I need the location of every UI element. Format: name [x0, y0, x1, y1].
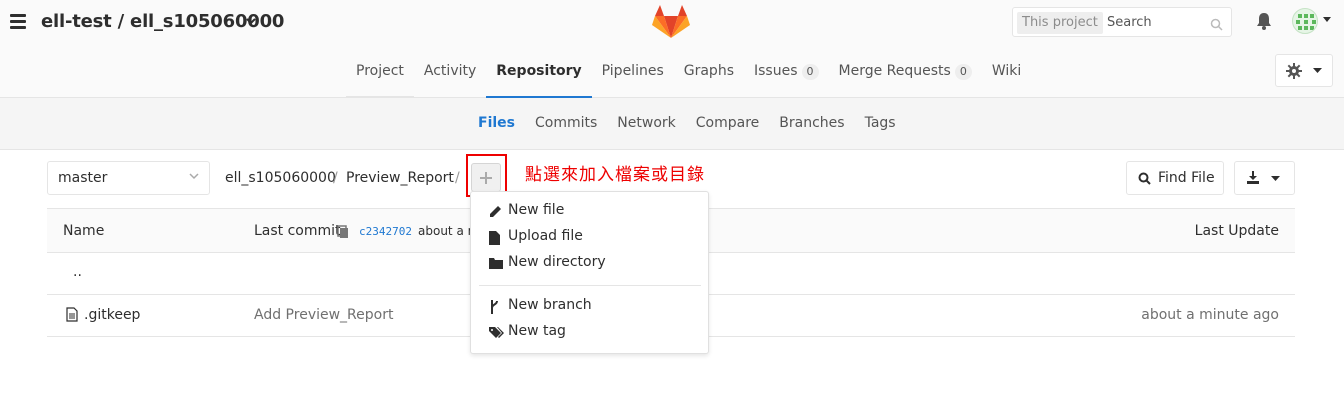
- nav-wiki[interactable]: Wiki: [982, 52, 1031, 98]
- breadcrumb-project[interactable]: ell_s105060000: [225, 170, 336, 186]
- menu-item-new-branch[interactable]: New branch: [471, 294, 708, 320]
- project-nav: Project Activity Repository Pipelines Gr…: [346, 52, 1031, 98]
- download-button[interactable]: [1234, 161, 1295, 195]
- gitlab-logo-icon[interactable]: [652, 4, 690, 40]
- search-box[interactable]: This project: [1012, 7, 1232, 37]
- chevron-down-icon[interactable]: [246, 14, 256, 28]
- search-input[interactable]: [1107, 11, 1207, 33]
- nav-merge-requests[interactable]: Merge Requests 0: [829, 52, 982, 98]
- subnav-files[interactable]: Files: [468, 98, 525, 150]
- branch-chevron-down-icon: [189, 173, 199, 180]
- clipboard-icon[interactable]: [337, 225, 349, 239]
- menu-item-new-directory[interactable]: New directory: [471, 251, 708, 277]
- menu-item-new-file[interactable]: New file: [471, 199, 708, 225]
- gear-icon: [1286, 63, 1302, 79]
- settings-button[interactable]: [1275, 54, 1333, 87]
- find-file-label: Find File: [1158, 170, 1215, 186]
- nav-pipelines[interactable]: Pipelines: [592, 52, 674, 98]
- merge-requests-count-badge: 0: [954, 64, 972, 80]
- menu-item-new-tag[interactable]: New tag: [471, 320, 708, 346]
- top-header: ell-test / ell_s105060000 This project S…: [0, 0, 1344, 98]
- repository-subnav: Files Commits Network Compare Branches T…: [0, 98, 1344, 150]
- search-icon: [1210, 16, 1223, 35]
- nav-graphs[interactable]: Graphs: [674, 52, 744, 98]
- branch-select[interactable]: master: [47, 161, 210, 195]
- add-dropdown-menu: New file Upload file New directory New b…: [470, 191, 709, 354]
- annotation-note: 點選來加入檔案或目錄: [525, 165, 705, 185]
- nav-issues[interactable]: Issues 0: [744, 52, 829, 98]
- add-to-tree-button[interactable]: [471, 163, 501, 192]
- nav-repository[interactable]: Repository: [486, 52, 592, 98]
- subnav-commits[interactable]: Commits: [525, 98, 607, 150]
- header-last-update: Last Update: [1194, 223, 1279, 239]
- settings-chevron-down-icon: [1313, 68, 1322, 73]
- commit-message-link[interactable]: Add Preview_Report: [254, 307, 393, 323]
- hamburger-menu-icon[interactable]: [10, 14, 26, 30]
- header-last-commit: Last commit: [254, 223, 341, 239]
- avatar-chevron-down-icon[interactable]: [1323, 16, 1331, 25]
- nav-activity[interactable]: Activity: [414, 52, 486, 98]
- nav-project[interactable]: Project: [346, 52, 414, 98]
- tags-icon: [489, 327, 504, 338]
- user-avatar[interactable]: [1292, 8, 1318, 34]
- issues-count-badge: 0: [801, 64, 819, 80]
- download-icon: [1247, 171, 1259, 184]
- subnav-compare[interactable]: Compare: [686, 98, 770, 150]
- header-name: Name: [63, 223, 105, 239]
- file-icon: [66, 307, 78, 322]
- file-name-link[interactable]: .gitkeep: [84, 307, 140, 323]
- folder-icon: [489, 258, 503, 269]
- subnav-branches[interactable]: Branches: [769, 98, 854, 150]
- breadcrumb-separator: /: [333, 170, 338, 186]
- parent-directory-link[interactable]: ..: [73, 264, 82, 280]
- notification-bell-icon[interactable]: [1256, 12, 1272, 34]
- subnav-tags[interactable]: Tags: [855, 98, 906, 150]
- pencil-icon: [490, 206, 501, 217]
- last-update-time: about a minute ago: [1141, 307, 1279, 323]
- download-chevron-down-icon: [1271, 176, 1280, 181]
- search-scope-label[interactable]: This project: [1017, 12, 1103, 34]
- menu-divider: [479, 285, 701, 286]
- search-icon: [1138, 172, 1151, 185]
- subnav-network[interactable]: Network: [607, 98, 685, 150]
- branch-icon: [491, 300, 498, 314]
- commit-sha-link[interactable]: c2342702: [359, 225, 412, 238]
- file-icon: [489, 231, 500, 245]
- breadcrumb-separator: /: [455, 170, 460, 186]
- find-file-button[interactable]: Find File: [1126, 161, 1224, 195]
- plus-icon: [480, 172, 492, 184]
- breadcrumb-folder[interactable]: Preview_Report: [346, 170, 454, 186]
- menu-item-upload-file[interactable]: Upload file: [471, 225, 708, 251]
